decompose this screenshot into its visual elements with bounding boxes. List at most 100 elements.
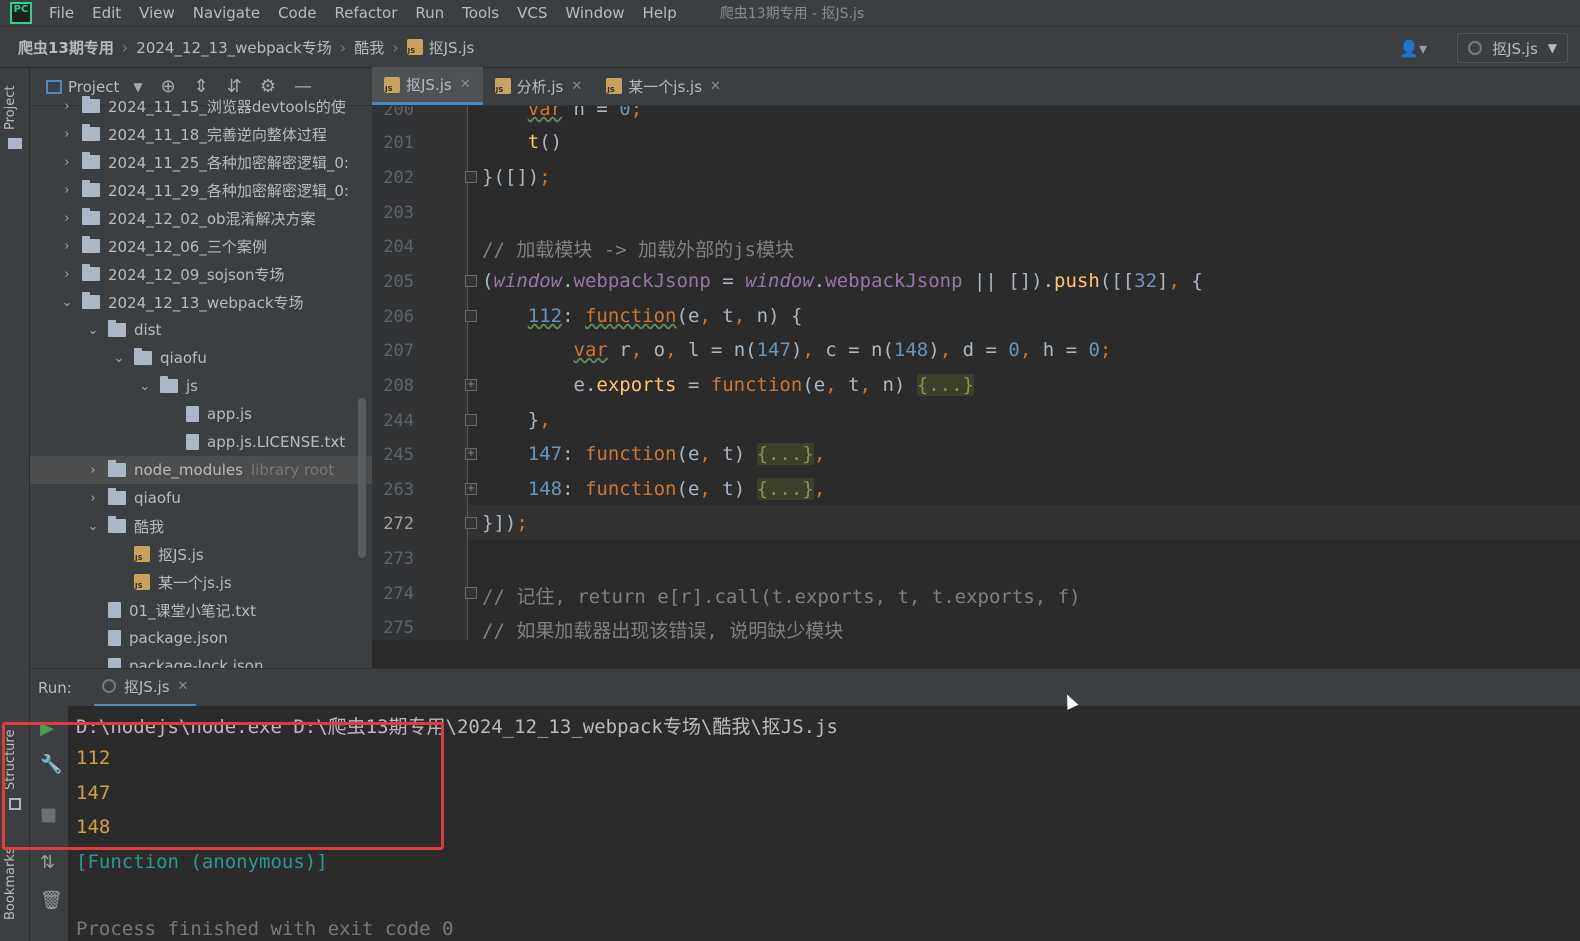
tree-item-label: qiaofu [134,489,181,507]
tree-scrollbar[interactable] [358,398,366,558]
menu-vcs[interactable]: VCS [517,4,547,22]
run-tab[interactable]: 抠JS.js ✕ [93,669,197,707]
menu-file[interactable]: File [49,4,74,22]
tree-item-label: 酷我 [134,517,165,536]
breadcrumb-folder[interactable]: 2024_12_13_webpack专场 [136,37,332,58]
folder-icon [82,236,100,253]
tab-kou-js[interactable]: 抠JS.js ✕ [372,67,483,105]
fold-end-icon[interactable] [465,517,477,529]
chevron-right-icon[interactable]: › [60,267,74,282]
breadcrumb-project[interactable]: 爬虫13期专用 [18,37,114,58]
fold-start-icon[interactable] [465,310,477,322]
tab-fenxi-js[interactable]: 分析.js ✕ [483,67,595,105]
tree-item[interactable]: package.json [30,624,372,652]
tree-item[interactable]: › 2024_11_29_各种加密解密逻辑_0: [30,176,372,204]
tree-item[interactable]: ⌄ dist [30,316,372,344]
chevron-right-icon[interactable]: › [86,463,100,478]
tree-item[interactable]: app.js [30,400,372,428]
tree-item[interactable]: › node_modules library root [30,456,372,484]
folder-icon [82,180,100,197]
tree-item-label: 抠JS.js [158,545,204,564]
tree-item[interactable]: 抠JS.js [30,540,372,568]
breadcrumb-file[interactable]: 抠JS.js [429,37,475,58]
tree-item[interactable]: ⌄ 酷我 [30,512,372,540]
line-number-current: 272 [383,514,414,534]
chevron-right-icon[interactable]: › [86,491,100,506]
js-file-icon [134,574,150,590]
tree-item-label: 2024_11_29_各种加密解密逻辑_0: [108,181,349,200]
menu-refactor[interactable]: Refactor [334,4,397,22]
file-icon [186,406,199,422]
code-line: }, [482,409,551,431]
tree-item[interactable]: › qiaofu [30,484,372,512]
js-file-icon [606,78,623,94]
chevron-right-icon[interactable]: › [60,211,74,226]
sort-icon[interactable]: ⇅ [40,852,55,873]
menu-tools[interactable]: Tools [462,4,499,22]
code-line: e.exports = function(e, t, n) {...} [482,374,974,396]
fold-expand-icon[interactable]: + [465,483,477,495]
fold-end-icon[interactable] [465,171,477,183]
chevron-down-icon[interactable]: ⌄ [86,323,100,338]
chevron-right-icon[interactable]: › [60,127,74,142]
tree-item[interactable]: 01_课堂小笔记.txt [30,596,372,624]
code-line: // 加载模块 -> 加载外部的js模块 [482,239,794,261]
tree-item-label: 2024_12_06_三个案例 [108,237,267,256]
chevron-down-icon[interactable]: ⌄ [86,519,100,534]
fold-expand-icon[interactable]: + [465,448,477,460]
tree-item[interactable]: › 2024_11_18_完善逆向整体过程 [30,120,372,148]
tree-item[interactable]: › 2024_12_06_三个案例 [30,232,372,260]
tree-item-label: 01_课堂小笔记.txt [129,601,256,620]
menu-help[interactable]: Help [643,4,677,22]
js-file-icon [494,78,511,94]
fold-expand-icon[interactable]: + [465,379,477,391]
tree-item[interactable]: package-lock.json [30,652,372,668]
run-config-selector[interactable]: 抠JS.js ▼ [1457,33,1568,63]
user-icon[interactable]: 👤▾ [1399,39,1427,58]
tree-item[interactable]: app.js.LICENSE.txt [30,428,372,456]
trash-icon[interactable]: 🗑 [40,890,63,911]
close-icon[interactable]: ✕ [710,79,721,94]
chevron-down-icon[interactable]: ⌄ [138,379,152,394]
chevron-right-icon[interactable]: › [60,183,74,198]
chevron-right-icon[interactable]: › [60,155,74,170]
tab-project[interactable]: Project [3,86,18,130]
line-number: 202 [383,168,414,188]
close-icon[interactable]: ✕ [571,79,582,94]
code-line: // 如果加载器出现该错误, 说明缺少模块 [482,620,844,640]
code-editor[interactable]: 200 201 202 203 204 205 206 207 208 244 … [372,106,1580,640]
pycharm-logo-icon: PC [10,2,32,24]
breadcrumb-subfolder[interactable]: 酷我 [354,37,384,58]
close-icon[interactable]: ✕ [460,77,471,92]
tree-item[interactable]: ⌄ 2024_12_13_webpack专场 [30,288,372,316]
file-icon [108,602,121,618]
fold-start-icon[interactable] [465,587,477,599]
menu-edit[interactable]: Edit [92,4,121,22]
tree-item[interactable]: 某一个js.js [30,568,372,596]
menu-run[interactable]: Run [415,4,444,22]
tree-item[interactable]: › 2024_11_15_浏览器devtools的使 [30,92,372,120]
chevron-down-icon[interactable]: ⌄ [60,295,74,310]
js-file-icon [406,39,423,55]
chevron-right-icon[interactable]: › [60,99,74,114]
fold-end-icon[interactable] [465,414,477,426]
tab-mouyige-js[interactable]: 某一个js.js ✕ [594,67,733,105]
close-icon[interactable]: ✕ [178,679,189,694]
current-line-highlight [468,505,1580,540]
tree-item[interactable]: › 2024_12_09_sojson专场 [30,260,372,288]
tree-item[interactable]: ⌄ js [30,372,372,400]
tab-bookmarks[interactable]: Bookmarks [3,847,18,920]
fold-start-icon[interactable] [465,275,477,287]
code-line: }]); [482,512,528,534]
menu-navigate[interactable]: Navigate [193,4,260,22]
menu-window[interactable]: Window [565,4,624,22]
tree-item[interactable]: › 2024_12_02_ob混淆解决方案 [30,204,372,232]
menu-view[interactable]: View [139,4,175,22]
chevron-down-icon[interactable]: ⌄ [112,351,126,366]
code-line: 112: function(e, t, n) { [527,305,803,327]
tree-item[interactable]: › 2024_11_25_各种加密解密逻辑_0: [30,148,372,176]
chevron-right-icon[interactable]: › [60,239,74,254]
line-number: 245 [383,445,414,465]
menu-code[interactable]: Code [278,4,316,22]
tree-item[interactable]: ⌄ qiaofu [30,344,372,372]
